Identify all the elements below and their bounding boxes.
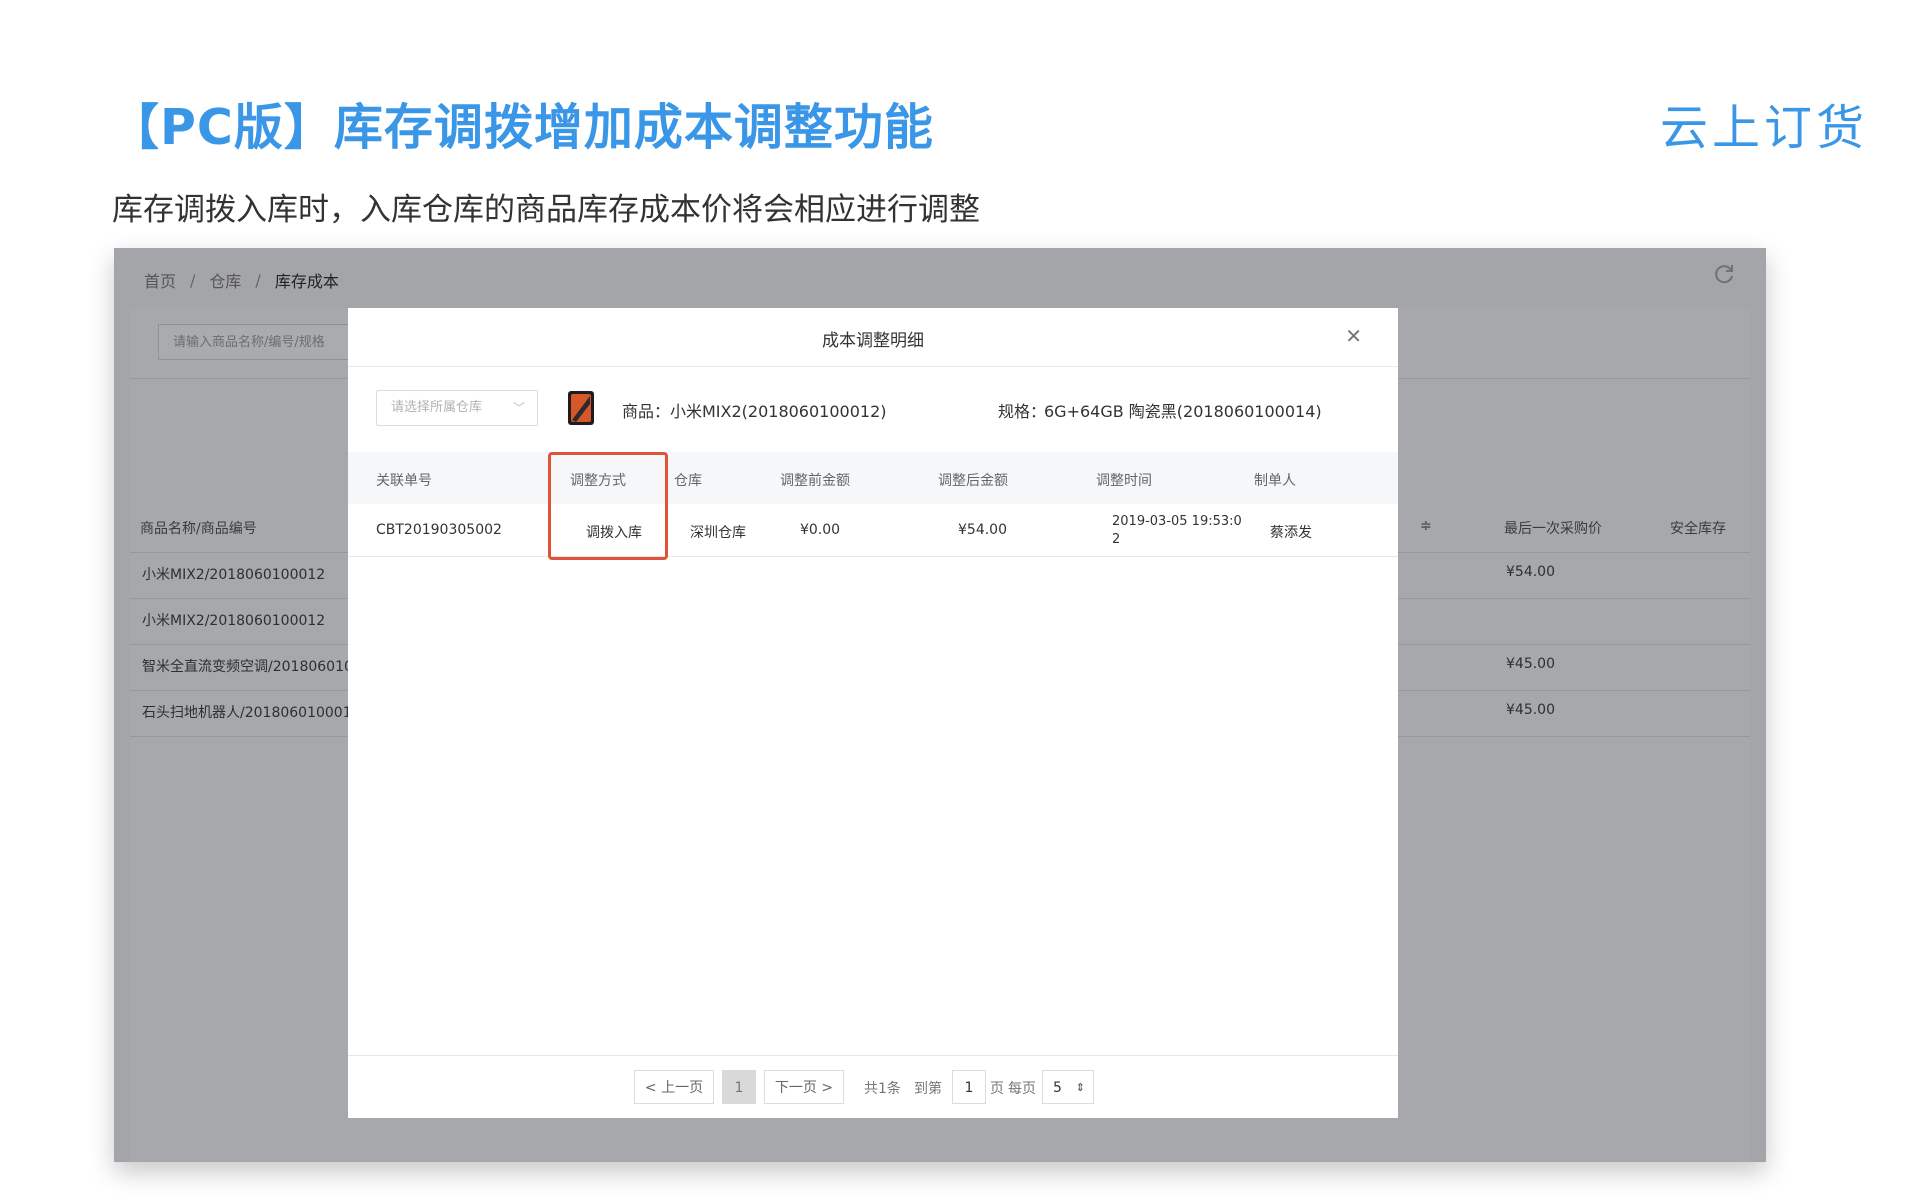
slide-subtitle: 库存调拨入库时，入库仓库的商品库存成本价将会相应进行调整 bbox=[112, 192, 980, 228]
refresh-icon[interactable] bbox=[1712, 262, 1736, 286]
breadcrumb-separator: / bbox=[190, 270, 196, 290]
pagination: < 上一页 1 下一页 > 共1条 到第 1 页 每页 5 ⇕ bbox=[348, 1055, 1398, 1118]
product-image bbox=[568, 391, 594, 425]
warehouse-select[interactable]: 请选择所属仓库 ﹀ bbox=[376, 390, 538, 426]
goto-page-input[interactable]: 1 bbox=[952, 1070, 986, 1104]
breadcrumb-warehouse[interactable]: 仓库 bbox=[209, 268, 241, 292]
table-row-name[interactable]: 石头扫地机器人/201806010001 bbox=[142, 702, 352, 722]
col-header-before-amount: 调整前金额 bbox=[780, 473, 850, 489]
cell-order-no[interactable]: CBT20190305002 bbox=[376, 522, 502, 538]
cell-time-line2: 2 bbox=[1112, 532, 1121, 547]
sort-icon[interactable]: ≑ bbox=[1420, 518, 1432, 534]
table-row[interactable] bbox=[348, 504, 1398, 557]
col-header-order-no: 关联单号 bbox=[376, 473, 432, 489]
table-row-name[interactable]: 智米全直流变频空调/201806010 bbox=[142, 656, 353, 676]
per-page-value: 5 bbox=[1053, 1080, 1062, 1096]
cost-adjustment-modal: 成本调整明细 ✕ 请选择所属仓库 ﹀ 商品： 小米MIX2(2018060100… bbox=[348, 308, 1398, 1118]
cell-after-amount: ¥54.00 bbox=[958, 522, 1007, 538]
col-header-safety-stock: 安全库存 bbox=[1670, 521, 1726, 537]
modal-header: 成本调整明细 ✕ bbox=[348, 308, 1398, 367]
col-header-warehouse: 仓库 bbox=[674, 473, 702, 489]
breadcrumb-home[interactable]: 首页 bbox=[144, 268, 176, 292]
table-row-name[interactable]: 小米MIX2/2018060100012 bbox=[142, 610, 325, 630]
cell-time-line1: 2019-03-05 19:53:0 bbox=[1112, 514, 1242, 529]
breadcrumb: 首页 / 仓库 / 库存成本 bbox=[144, 268, 339, 292]
col-header-last-price: 最后一次采购价 bbox=[1504, 521, 1602, 537]
col-header-after-amount: 调整后金额 bbox=[938, 473, 1008, 489]
table-row-last-price: ¥45.00 bbox=[1506, 702, 1555, 718]
cell-before-amount: ¥0.00 bbox=[800, 522, 841, 538]
per-page-label: 每页 bbox=[1008, 1081, 1036, 1097]
per-page-select[interactable]: 5 ⇕ bbox=[1042, 1070, 1094, 1104]
product-value: 小米MIX2(2018060100012) bbox=[670, 402, 887, 421]
spec-label: 规格： bbox=[998, 402, 1047, 421]
close-icon[interactable]: ✕ bbox=[1345, 324, 1362, 348]
warehouse-select-placeholder: 请选择所属仓库 bbox=[391, 400, 483, 415]
breadcrumb-separator: / bbox=[255, 270, 261, 290]
highlight-annotation-box bbox=[548, 452, 668, 560]
product-label: 商品： bbox=[622, 402, 671, 421]
chevron-down-icon: ﹀ bbox=[512, 401, 525, 415]
next-page-button[interactable]: 下一页 > bbox=[764, 1070, 844, 1104]
col-header-name: 商品名称/商品编号 bbox=[140, 521, 257, 537]
app-screenshot: 首页 / 仓库 / 库存成本 请输入商品名称/编号/规格 商品名称/商品编号 ≑… bbox=[114, 248, 1766, 1162]
total-count: 共1条 bbox=[864, 1081, 901, 1097]
col-header-creator: 制单人 bbox=[1254, 473, 1296, 489]
table-row-last-price: ¥54.00 bbox=[1506, 564, 1555, 580]
slide-title: 【PC版】库存调拨增加成本调整功能 bbox=[110, 99, 934, 156]
prev-page-button[interactable]: < 上一页 bbox=[634, 1070, 714, 1104]
search-input[interactable]: 请输入商品名称/编号/规格 bbox=[158, 324, 368, 360]
modal-title: 成本调整明细 bbox=[822, 331, 924, 351]
cell-creator: 蔡添发 bbox=[1270, 525, 1312, 541]
sort-arrows-icon: ⇕ bbox=[1075, 1081, 1085, 1094]
brand-logo: 云上订货 bbox=[1659, 100, 1868, 156]
table-row-last-price: ¥45.00 bbox=[1506, 656, 1555, 672]
breadcrumb-current: 库存成本 bbox=[274, 272, 339, 291]
page-label: 页 bbox=[990, 1081, 1004, 1097]
goto-label: 到第 bbox=[914, 1081, 942, 1097]
cell-warehouse: 深圳仓库 bbox=[690, 525, 746, 541]
spec-value: 6G+64GB 陶瓷黑(2018060100014) bbox=[1044, 402, 1322, 421]
table-row-name[interactable]: 小米MIX2/2018060100012 bbox=[142, 564, 325, 584]
table-header-row bbox=[348, 452, 1398, 504]
page-number-button[interactable]: 1 bbox=[722, 1070, 756, 1104]
col-header-time: 调整时间 bbox=[1096, 473, 1152, 489]
